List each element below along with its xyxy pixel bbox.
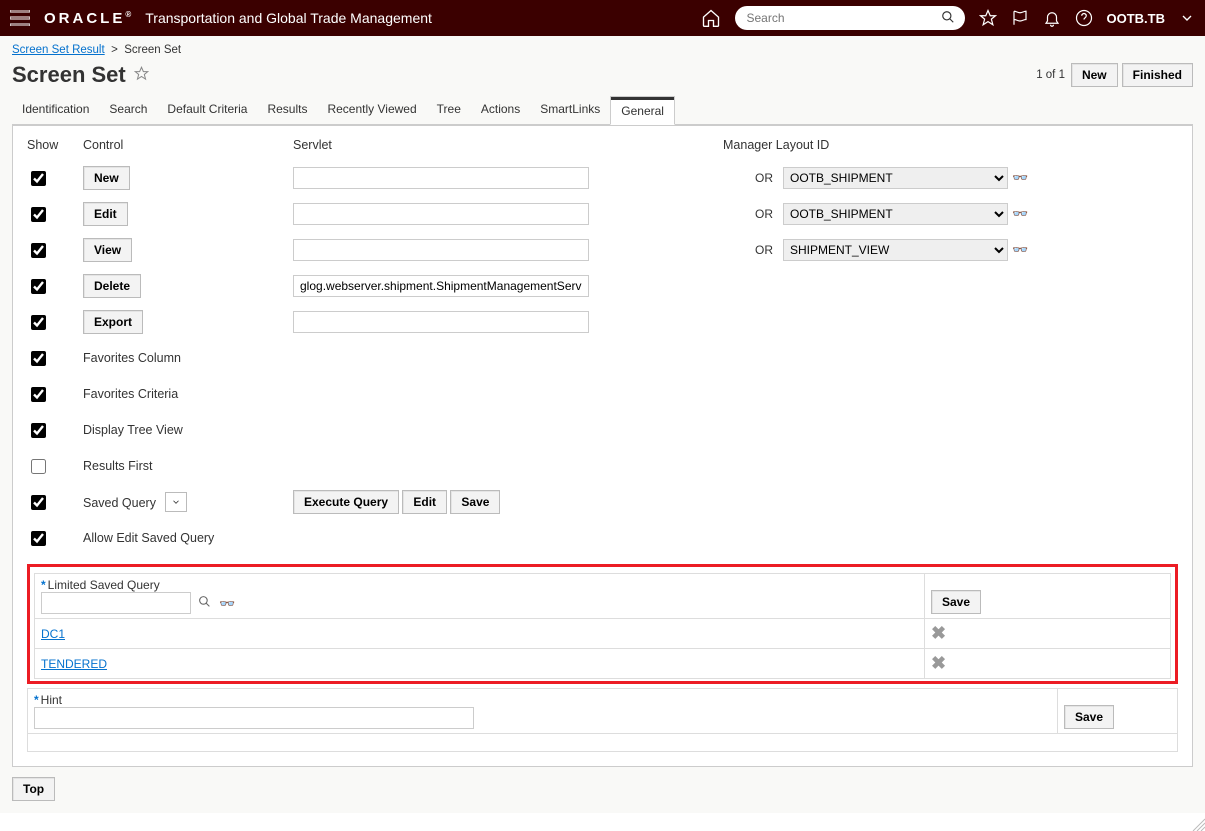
tab-bar: IdentificationSearchDefault CriteriaResu… bbox=[12, 96, 1193, 125]
hint-save-button[interactable]: Save bbox=[1064, 705, 1114, 729]
app-header: ORACLE® Transportation and Global Trade … bbox=[0, 0, 1205, 36]
check-show-export[interactable] bbox=[31, 315, 46, 330]
hint-title: Hint bbox=[41, 693, 62, 707]
global-search[interactable] bbox=[735, 6, 965, 30]
col-mgr: Manager Layout ID bbox=[723, 138, 829, 152]
delete-icon[interactable]: ✖ bbox=[931, 653, 946, 673]
label-allow-edit: Allow Edit Saved Query bbox=[83, 531, 214, 545]
tab-smartlinks[interactable]: SmartLinks bbox=[530, 96, 610, 124]
limited-query-input[interactable] bbox=[41, 592, 191, 614]
limited-item-dc1[interactable]: DC1 bbox=[41, 627, 65, 641]
servlet-input-4[interactable] bbox=[293, 311, 589, 333]
user-name[interactable]: OOTB.TB bbox=[1107, 11, 1166, 26]
col-control: Control bbox=[83, 138, 293, 152]
label-favorites-column: Favorites Column bbox=[83, 351, 181, 365]
check-show-view[interactable] bbox=[31, 243, 46, 258]
new-button[interactable]: New bbox=[1071, 63, 1118, 87]
delete-control-button[interactable]: Delete bbox=[83, 274, 141, 298]
finished-button[interactable]: Finished bbox=[1122, 63, 1193, 87]
chevron-down-icon[interactable] bbox=[1179, 10, 1195, 26]
limited-title: Limited Saved Query bbox=[48, 578, 160, 592]
mgr-select-0[interactable]: OOTB_SHIPMENT bbox=[783, 167, 1008, 189]
delete-icon[interactable]: ✖ bbox=[931, 623, 946, 643]
tab-search[interactable]: Search bbox=[99, 96, 157, 124]
or-label: OR bbox=[723, 171, 783, 185]
glasses-icon[interactable]: 👓 bbox=[1012, 242, 1028, 257]
general-panel: Show Control Servlet Manager Layout ID N… bbox=[12, 125, 1193, 767]
mgr-select-2[interactable]: SHIPMENT_VIEW bbox=[783, 239, 1008, 261]
label-results-first: Results First bbox=[83, 459, 152, 473]
execute-query-button[interactable]: Execute Query bbox=[293, 490, 399, 514]
resize-grip-icon[interactable] bbox=[1189, 815, 1205, 831]
check-show-delete[interactable] bbox=[31, 279, 46, 294]
top-button[interactable]: Top bbox=[12, 777, 55, 801]
label-display-tree-view: Display Tree View bbox=[83, 423, 183, 437]
check-saved-query[interactable] bbox=[31, 495, 46, 510]
tab-actions[interactable]: Actions bbox=[471, 96, 530, 124]
hint-section: *Hint Save bbox=[27, 688, 1178, 752]
or-label: OR bbox=[723, 243, 783, 257]
check-display-tree-view[interactable] bbox=[31, 423, 46, 438]
breadcrumb-current: Screen Set bbox=[124, 44, 181, 56]
check-allow-edit[interactable] bbox=[31, 531, 46, 546]
glasses-icon[interactable]: 👓 bbox=[219, 596, 235, 611]
mgr-select-1[interactable]: OOTB_SHIPMENT bbox=[783, 203, 1008, 225]
favorite-star-icon[interactable] bbox=[134, 66, 149, 84]
tab-identification[interactable]: Identification bbox=[12, 96, 99, 124]
tab-results[interactable]: Results bbox=[257, 96, 317, 124]
view-control-button[interactable]: View bbox=[83, 238, 132, 262]
help-icon[interactable] bbox=[1075, 9, 1093, 27]
tab-tree[interactable]: Tree bbox=[427, 96, 471, 124]
app-title: Transportation and Global Trade Manageme… bbox=[145, 10, 432, 26]
servlet-input-0[interactable] bbox=[293, 167, 589, 189]
servlet-input-1[interactable] bbox=[293, 203, 589, 225]
tab-recently-viewed[interactable]: Recently Viewed bbox=[317, 96, 426, 124]
breadcrumb: Screen Set Result > Screen Set bbox=[12, 44, 1193, 56]
glasses-icon[interactable]: 👓 bbox=[1012, 206, 1028, 221]
breadcrumb-link[interactable]: Screen Set Result bbox=[12, 44, 105, 56]
or-label: OR bbox=[723, 207, 783, 221]
bell-icon[interactable] bbox=[1043, 9, 1061, 27]
search-icon[interactable] bbox=[941, 10, 955, 27]
servlet-input-3[interactable] bbox=[293, 275, 589, 297]
brand-logo: ORACLE® bbox=[44, 10, 131, 27]
glasses-icon[interactable]: 👓 bbox=[1012, 170, 1028, 185]
flag-icon[interactable] bbox=[1011, 9, 1029, 27]
page-title: Screen Set bbox=[12, 62, 126, 88]
star-icon[interactable] bbox=[979, 9, 997, 27]
col-show: Show bbox=[27, 138, 83, 152]
label-favorites-criteria: Favorites Criteria bbox=[83, 387, 178, 401]
limited-item-tendered[interactable]: TENDERED bbox=[41, 657, 107, 671]
lookup-icon[interactable] bbox=[198, 596, 215, 611]
label-saved-query: Saved Query bbox=[83, 496, 156, 510]
search-input[interactable] bbox=[745, 10, 941, 26]
tab-default-criteria[interactable]: Default Criteria bbox=[157, 96, 257, 124]
servlet-input-2[interactable] bbox=[293, 239, 589, 261]
edit-control-button[interactable]: Edit bbox=[83, 202, 128, 226]
check-show-edit[interactable] bbox=[31, 207, 46, 222]
check-show-new[interactable] bbox=[31, 171, 46, 186]
new-control-button[interactable]: New bbox=[83, 166, 130, 190]
saved-query-dropdown[interactable] bbox=[165, 492, 187, 512]
check-favorites-criteria[interactable] bbox=[31, 387, 46, 402]
tab-general[interactable]: General bbox=[610, 96, 675, 125]
limited-saved-query-section: *Limited Saved Query 👓 Save DC1✖TENDERED… bbox=[27, 564, 1178, 684]
save-query-button[interactable]: Save bbox=[450, 490, 500, 514]
menu-icon[interactable] bbox=[10, 10, 30, 26]
record-count: 1 of 1 bbox=[1036, 69, 1065, 81]
export-control-button[interactable]: Export bbox=[83, 310, 143, 334]
hint-input[interactable] bbox=[34, 707, 474, 729]
home-icon[interactable] bbox=[701, 8, 721, 28]
check-results-first[interactable] bbox=[31, 459, 46, 474]
edit-query-button[interactable]: Edit bbox=[402, 490, 447, 514]
limited-save-button[interactable]: Save bbox=[931, 590, 981, 614]
check-favorites-column[interactable] bbox=[31, 351, 46, 366]
col-servlet: Servlet bbox=[293, 138, 723, 152]
